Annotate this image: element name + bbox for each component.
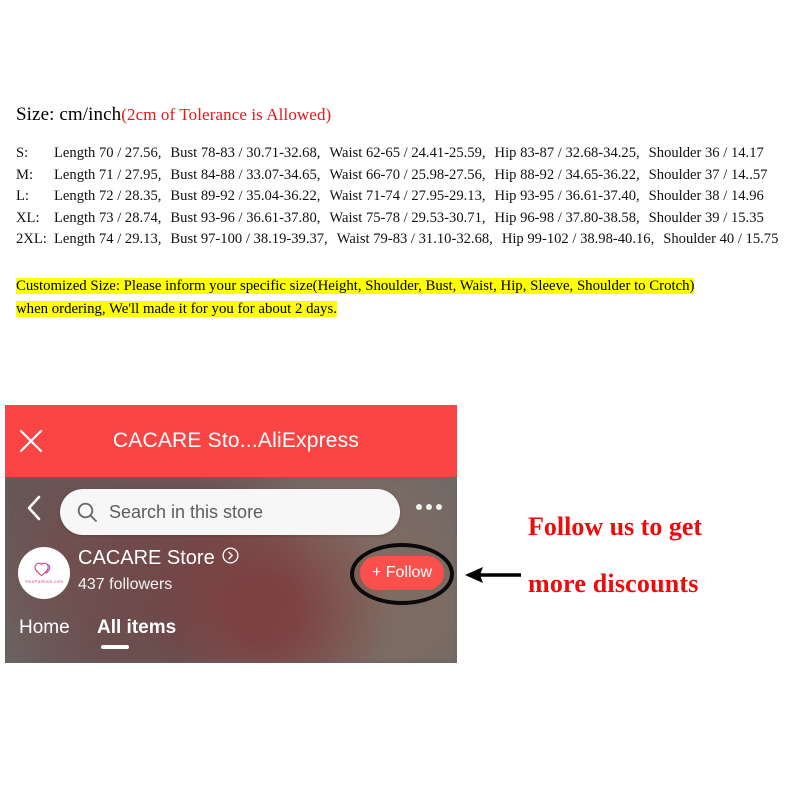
size-shoulder: Shoulder 38 / 14.96 bbox=[648, 188, 764, 204]
size-bust: Bust 89-92 / 35.04-36.22, bbox=[170, 188, 321, 204]
size-shoulder: Shoulder 40 / 15.75 bbox=[663, 231, 779, 247]
size-chart-block: Size: cm/inch(2cm of Tolerance is Allowe… bbox=[16, 104, 796, 251]
table-row: 2XL: Length 74 / 29.13, Bust 97-100 / 38.1… bbox=[16, 229, 796, 251]
size-hip: Hip 96-98 / 37.80-38.58, bbox=[494, 209, 640, 226]
size-hip: Hip 83-87 / 32.68-34.25, bbox=[494, 145, 640, 161]
size-waist: Waist 71-74 / 27.95-29.13, bbox=[329, 188, 486, 204]
chevron-right-circle-icon[interactable] bbox=[222, 547, 239, 570]
chevron-left-icon[interactable] bbox=[23, 493, 45, 523]
size-chart-tolerance-note: (2cm of Tolerance is Allowed) bbox=[121, 105, 332, 124]
search-input[interactable]: Search in this store bbox=[60, 489, 400, 535]
size-chart-title: Size: cm/inch(2cm of Tolerance is Allowe… bbox=[16, 104, 796, 126]
size-waist: Waist 62-65 / 24.41-25.59, bbox=[329, 145, 486, 161]
app-header-title: CACARE Sto...AliExpress bbox=[112, 429, 360, 452]
size-length: Length 70 / 27.56, bbox=[54, 145, 162, 161]
size-chart-rows: S: Length 70 / 27.56, Bust 78-83 / 30.71-3… bbox=[16, 143, 796, 251]
customized-size-line-2: when ordering, We'll made it for you for… bbox=[16, 299, 796, 320]
size-label: S: bbox=[16, 145, 29, 161]
size-label: 2XL: bbox=[16, 231, 47, 247]
annotation-line-1: Follow us to get bbox=[528, 512, 703, 541]
customized-size-note: Customized Size: Please inform your spec… bbox=[16, 276, 796, 320]
size-chart-title-main: Size: cm/inch bbox=[16, 104, 122, 125]
size-waist: Waist 75-78 / 29.53-30.71, bbox=[329, 209, 486, 226]
store-tabs: Home All items bbox=[5, 617, 457, 663]
size-bust: Bust 78-83 / 30.71-32.68, bbox=[170, 145, 321, 161]
heart-logo-icon bbox=[33, 562, 55, 578]
size-shoulder: Shoulder 39 / 15.35 bbox=[648, 209, 764, 226]
store-name[interactable]: CACARE Store bbox=[78, 547, 239, 570]
search-icon bbox=[76, 501, 98, 523]
size-shoulder: Shoulder 37 / 14..57 bbox=[648, 166, 768, 183]
size-length: Length 72 / 28.35, bbox=[54, 188, 162, 204]
size-hip: Hip 99-102 / 38.98-40.16, bbox=[501, 231, 655, 247]
table-row: S: Length 70 / 27.56, Bust 78-83 / 30.71-3… bbox=[16, 143, 796, 165]
size-length: Length 71 / 27.95, bbox=[54, 166, 162, 183]
follow-button-highlight: + Follow bbox=[350, 543, 454, 605]
size-hip: Hip 93-95 / 36.61-37.40, bbox=[494, 188, 640, 204]
product-size-info-page: Size: cm/inch(2cm of Tolerance is Allowe… bbox=[0, 0, 800, 800]
table-row: L: Length 72 / 28.35, Bust 89-92 / 35.04-3… bbox=[16, 186, 796, 208]
follow-button[interactable]: + Follow bbox=[360, 556, 444, 590]
avatar[interactable]: YourFashion.com bbox=[18, 547, 70, 599]
size-bust: Bust 93-96 / 36.61-37.80, bbox=[170, 209, 321, 226]
store-info-row: YourFashion.com CACARE Store 437 followe… bbox=[5, 543, 457, 605]
size-waist: Waist 79-83 / 31.10-32.68, bbox=[336, 231, 493, 247]
table-row: M: Length 71 / 27.95, Bust 84-88 / 33.07-3… bbox=[16, 165, 796, 187]
customized-size-line-1-text: Customized Size: Please inform your spec… bbox=[16, 278, 695, 294]
size-waist: Waist 66-70 / 25.98-27.56, bbox=[329, 166, 486, 183]
size-length: Length 73 / 28.74, bbox=[54, 209, 162, 226]
avatar-sublabel: YourFashion.com bbox=[24, 579, 64, 584]
customized-size-line-2-text: when ordering, We'll made it for you for… bbox=[16, 301, 337, 317]
store-followers-count: 437 followers bbox=[78, 576, 173, 593]
more-horizontal-icon[interactable] bbox=[416, 504, 442, 510]
size-hip: Hip 88-92 / 34.65-36.22, bbox=[494, 166, 640, 183]
arrow-left-icon bbox=[463, 562, 523, 588]
tab-all-items[interactable]: All items bbox=[97, 617, 176, 639]
size-label: L: bbox=[16, 188, 29, 204]
search-placeholder: Search in this store bbox=[109, 501, 264, 522]
size-length: Length 74 / 29.13, bbox=[54, 231, 162, 247]
size-bust: Bust 97-100 / 38.19-39.37, bbox=[170, 231, 328, 247]
size-label: XL: bbox=[16, 209, 40, 226]
follow-annotation-text: Follow us to get more discounts bbox=[528, 498, 796, 612]
customized-size-line-1: Customized Size: Please inform your spec… bbox=[16, 276, 796, 297]
store-name-label: CACARE Store bbox=[78, 547, 215, 569]
annotation-line-2: more discounts bbox=[528, 569, 699, 598]
size-shoulder: Shoulder 36 / 14.17 bbox=[648, 145, 764, 161]
table-row: XL: Length 73 / 28.74, Bust 93-96 / 36.61-… bbox=[16, 208, 796, 230]
aliexpress-store-screenshot: CACARE Sto...AliExpress Search in this s… bbox=[5, 405, 457, 663]
size-bust: Bust 84-88 / 33.07-34.65, bbox=[170, 166, 321, 183]
tab-home[interactable]: Home bbox=[19, 617, 70, 639]
size-label: M: bbox=[16, 166, 34, 183]
tab-active-indicator bbox=[101, 645, 129, 649]
